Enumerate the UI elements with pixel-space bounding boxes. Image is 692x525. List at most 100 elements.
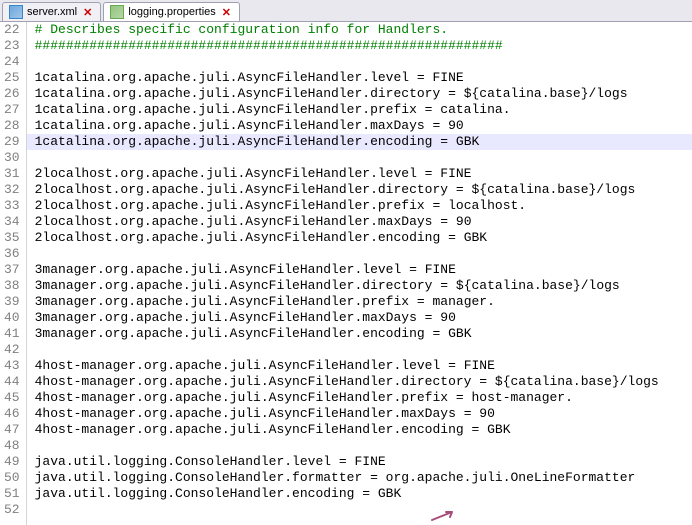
line-number: 51 [4, 486, 20, 502]
code-line[interactable]: 4host-manager.org.apache.juli.AsyncFileH… [27, 406, 692, 422]
property-value: 90 [448, 118, 464, 133]
property-value: 90 [479, 406, 495, 421]
code-line[interactable]: java.util.logging.ConsoleHandler.level =… [27, 454, 692, 470]
property-value: host-manager. [471, 390, 572, 405]
separator: = [456, 406, 479, 421]
separator: = [417, 102, 440, 117]
property-key: 2localhost.org.apache.juli.AsyncFileHand… [35, 214, 433, 229]
property-value: GBK [487, 422, 510, 437]
property-key: 4host-manager.org.apache.juli.AsyncFileH… [35, 358, 441, 373]
property-value: FINE [432, 70, 463, 85]
close-icon[interactable]: ✕ [81, 6, 94, 19]
property-value: manager. [432, 294, 494, 309]
tab-server-xml[interactable]: server.xml ✕ [2, 2, 101, 21]
code-line[interactable]: 2localhost.org.apache.juli.AsyncFileHand… [27, 214, 692, 230]
property-value: ${catalina.base}/logs [495, 374, 659, 389]
code-line[interactable]: 3manager.org.apache.juli.AsyncFileHandle… [27, 326, 692, 342]
line-number: 41 [4, 326, 20, 342]
separator: = [448, 390, 471, 405]
property-key: 4host-manager.org.apache.juli.AsyncFileH… [35, 390, 448, 405]
code-line[interactable]: ########################################… [27, 38, 692, 54]
code-line[interactable]: 1catalina.org.apache.juli.AsyncFileHandl… [27, 86, 692, 102]
separator: = [440, 230, 463, 245]
property-key: 1catalina.org.apache.juli.AsyncFileHandl… [35, 86, 441, 101]
line-number: 27 [4, 102, 20, 118]
tab-logging-properties[interactable]: logging.properties ✕ [103, 2, 240, 21]
line-number: 39 [4, 294, 20, 310]
separator: = [432, 214, 455, 229]
property-key: 1catalina.org.apache.juli.AsyncFileHandl… [35, 118, 425, 133]
line-number: 42 [4, 342, 20, 358]
code-line[interactable]: 2localhost.org.apache.juli.AsyncFileHand… [27, 182, 692, 198]
code-area[interactable]: # Describes specific configuration info … [27, 22, 692, 525]
separator: = [362, 470, 385, 485]
code-line[interactable]: 4host-manager.org.apache.juli.AsyncFileH… [27, 374, 692, 390]
properties-file-icon [110, 5, 124, 19]
code-line[interactable] [27, 150, 692, 166]
property-value: FINE [464, 358, 495, 373]
line-number: 28 [4, 118, 20, 134]
code-line[interactable]: 3manager.org.apache.juli.AsyncFileHandle… [27, 310, 692, 326]
code-line[interactable] [27, 502, 692, 518]
code-line[interactable]: 4host-manager.org.apache.juli.AsyncFileH… [27, 422, 692, 438]
code-line[interactable]: 1catalina.org.apache.juli.AsyncFileHandl… [27, 102, 692, 118]
tab-label: logging.properties [128, 6, 215, 18]
separator: = [409, 70, 432, 85]
property-key: 4host-manager.org.apache.juli.AsyncFileH… [35, 422, 464, 437]
code-line[interactable] [27, 54, 692, 70]
separator: = [432, 134, 455, 149]
code-line[interactable]: # Describes specific configuration info … [27, 22, 692, 38]
line-number: 49 [4, 454, 20, 470]
property-value: 90 [456, 214, 472, 229]
line-number: 25 [4, 70, 20, 86]
separator: = [425, 326, 448, 341]
line-number: 33 [4, 198, 20, 214]
code-line[interactable]: java.util.logging.ConsoleHandler.encodin… [27, 486, 692, 502]
line-number: 32 [4, 182, 20, 198]
line-number: 40 [4, 310, 20, 326]
code-line[interactable]: java.util.logging.ConsoleHandler.formatt… [27, 470, 692, 486]
property-value: FINE [440, 166, 471, 181]
property-value: catalina. [440, 102, 510, 117]
line-number: 35 [4, 230, 20, 246]
property-key: 2localhost.org.apache.juli.AsyncFileHand… [35, 182, 448, 197]
property-key: 2localhost.org.apache.juli.AsyncFileHand… [35, 230, 441, 245]
property-key: java.util.logging.ConsoleHandler.formatt… [35, 470, 363, 485]
code-line[interactable]: 4host-manager.org.apache.juli.AsyncFileH… [27, 390, 692, 406]
property-key: 4host-manager.org.apache.juli.AsyncFileH… [35, 374, 472, 389]
property-key: 3manager.org.apache.juli.AsyncFileHandle… [35, 310, 417, 325]
code-line[interactable]: 1catalina.org.apache.juli.AsyncFileHandl… [27, 118, 692, 134]
separator: = [448, 182, 471, 197]
close-icon[interactable]: ✕ [220, 6, 233, 19]
code-line[interactable]: 3manager.org.apache.juli.AsyncFileHandle… [27, 262, 692, 278]
code-line[interactable]: 1catalina.org.apache.juli.AsyncFileHandl… [27, 134, 692, 150]
code-editor[interactable]: 2223242526272829303132333435363738394041… [0, 22, 692, 525]
separator: = [425, 198, 448, 213]
xml-file-icon [9, 5, 23, 19]
property-value: FINE [425, 262, 456, 277]
property-value: GBK [464, 230, 487, 245]
property-key: java.util.logging.ConsoleHandler.encodin… [35, 486, 355, 501]
separator: = [401, 262, 424, 277]
code-line[interactable]: 3manager.org.apache.juli.AsyncFileHandle… [27, 294, 692, 310]
code-line[interactable] [27, 438, 692, 454]
code-line[interactable]: 2localhost.org.apache.juli.AsyncFileHand… [27, 230, 692, 246]
code-line[interactable]: 2localhost.org.apache.juli.AsyncFileHand… [27, 166, 692, 182]
code-line[interactable] [27, 342, 692, 358]
separator: = [417, 166, 440, 181]
code-line[interactable] [27, 246, 692, 262]
line-number: 52 [4, 502, 20, 518]
property-key: 1catalina.org.apache.juli.AsyncFileHandl… [35, 102, 417, 117]
code-line[interactable]: 4host-manager.org.apache.juli.AsyncFileH… [27, 358, 692, 374]
property-key: 3manager.org.apache.juli.AsyncFileHandle… [35, 278, 433, 293]
property-key: 3manager.org.apache.juli.AsyncFileHandle… [35, 262, 402, 277]
code-line[interactable]: 1catalina.org.apache.juli.AsyncFileHandl… [27, 70, 692, 86]
code-line[interactable]: 2localhost.org.apache.juli.AsyncFileHand… [27, 198, 692, 214]
line-number: 30 [4, 150, 20, 166]
property-value: GBK [456, 134, 479, 149]
code-line[interactable]: 3manager.org.apache.juli.AsyncFileHandle… [27, 278, 692, 294]
tab-label: server.xml [27, 6, 77, 18]
line-number: 23 [4, 38, 20, 54]
property-value: org.apache.juli.OneLineFormatter [386, 470, 636, 485]
line-number: 26 [4, 86, 20, 102]
